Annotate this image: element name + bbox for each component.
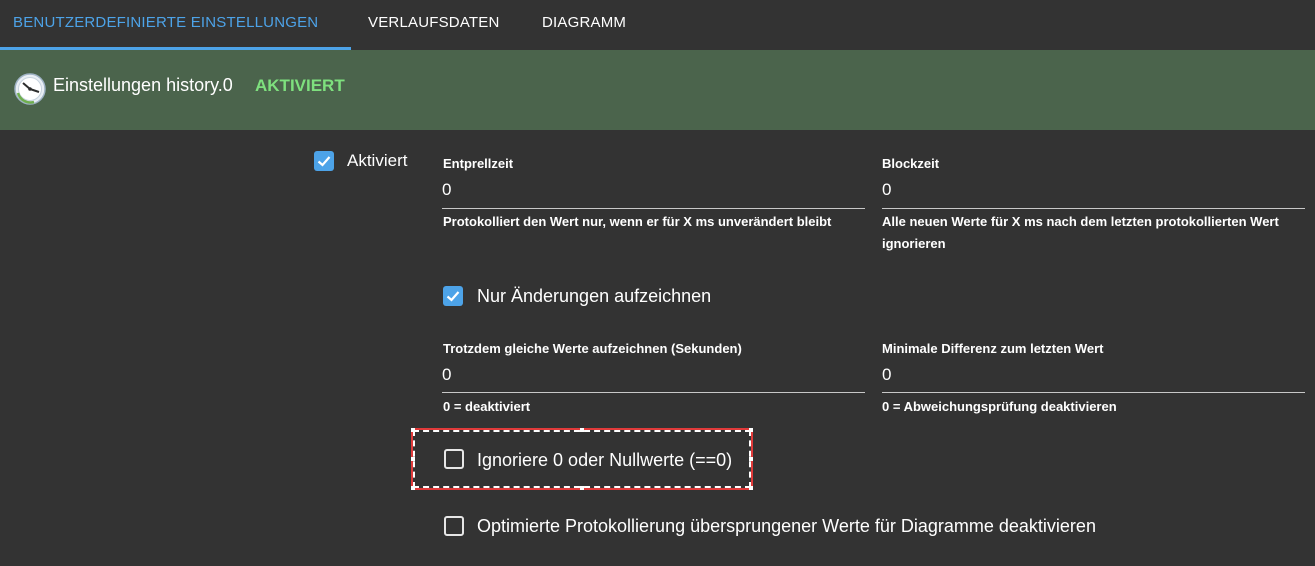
min-diff-help: 0 = Abweichungsprüfung deaktivieren xyxy=(882,399,1117,414)
blocktime-help-line2: ignorieren xyxy=(882,236,946,251)
tab-history-data[interactable]: VERLAUFSDATEN xyxy=(368,0,500,50)
debounce-input[interactable]: 0 xyxy=(442,180,451,200)
tab-chart[interactable]: DIAGRAMM xyxy=(542,0,626,50)
resize-handle[interactable] xyxy=(411,457,415,461)
blocktime-help-line1: Alle neuen Werte für X ms nach dem letzt… xyxy=(882,214,1279,229)
change-interval-help: 0 = deaktiviert xyxy=(443,399,531,414)
disable-skipped-label: Optimierte Protokollierung übersprungene… xyxy=(477,516,1096,536)
check-icon xyxy=(446,291,460,302)
resize-handle[interactable] xyxy=(749,486,753,490)
blocktime-input[interactable]: 0 xyxy=(882,180,891,200)
activated-label: Aktiviert xyxy=(347,151,408,170)
resize-handle[interactable] xyxy=(749,428,753,432)
settings-title: Einstellungen history.0 xyxy=(53,75,233,95)
tab-custom-settings[interactable]: BENUTZERDEFINIERTE EINSTELLUNGEN xyxy=(13,0,318,50)
changes-only-label: Nur Änderungen aufzeichnen xyxy=(477,286,712,306)
blocktime-label: Blockzeit xyxy=(882,156,940,171)
debounce-label: Entprellzeit xyxy=(443,156,514,171)
debounce-help: Protokolliert den Wert nur, wenn er für … xyxy=(443,214,832,229)
ignore-zero-checkbox[interactable] xyxy=(444,449,464,469)
ignore-zero-label: Ignoriere 0 oder Nullwerte (==0) xyxy=(477,450,733,470)
resize-handle[interactable] xyxy=(580,428,584,432)
blocktime-underline xyxy=(882,208,1305,209)
min-diff-underline xyxy=(882,392,1305,393)
resize-handle[interactable] xyxy=(411,486,415,490)
change-interval-input[interactable]: 0 xyxy=(442,365,451,385)
changes-only-checkbox[interactable] xyxy=(443,286,463,306)
change-interval-underline xyxy=(442,392,865,393)
disable-skipped-checkbox[interactable] xyxy=(444,516,464,536)
debounce-underline xyxy=(442,208,865,209)
resize-handle[interactable] xyxy=(580,486,584,490)
change-interval-label: Trotzdem gleiche Werte aufzeichnen (Seku… xyxy=(443,341,742,356)
check-icon xyxy=(317,156,331,167)
resize-handle[interactable] xyxy=(411,428,415,432)
activated-checkbox[interactable] xyxy=(314,151,334,171)
min-diff-input[interactable]: 0 xyxy=(882,365,891,385)
tab-bar: BENUTZERDEFINIERTE EINSTELLUNGEN VERLAUF… xyxy=(0,0,1315,50)
resize-handle[interactable] xyxy=(749,457,753,461)
status-badge: AKTIVIERT xyxy=(255,76,345,95)
min-diff-label: Minimale Differenz zum letzten Wert xyxy=(882,341,1104,356)
clock-history-icon xyxy=(14,73,46,105)
